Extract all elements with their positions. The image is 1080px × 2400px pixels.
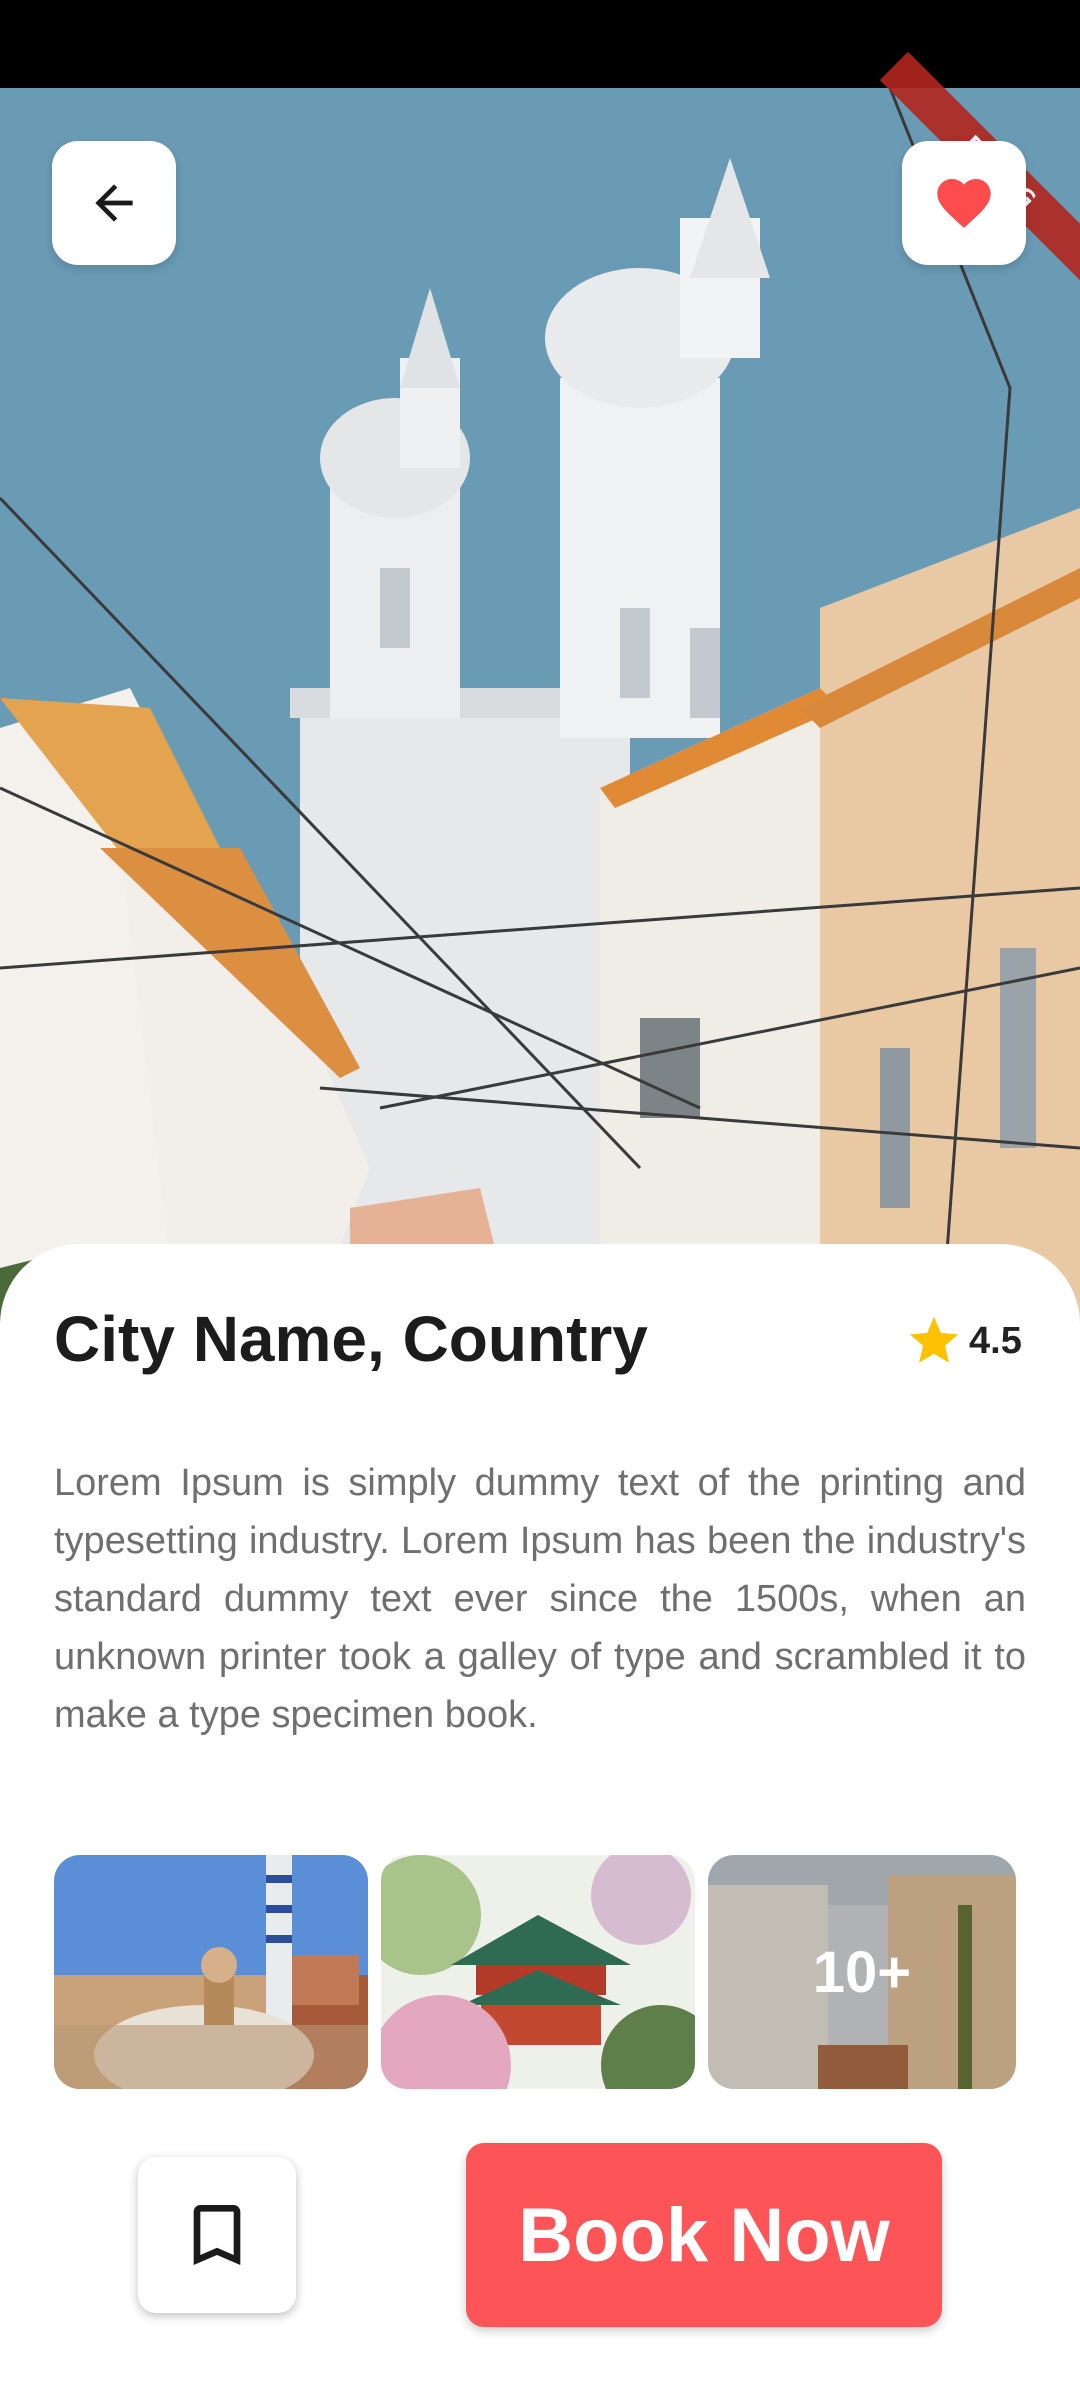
bookmark-icon xyxy=(193,2205,241,2265)
place-title: City Name, Country xyxy=(54,1303,648,1375)
back-button[interactable] xyxy=(52,141,176,265)
debug-banner: DEBUG xyxy=(850,51,1080,293)
star-icon xyxy=(909,1316,959,1363)
photo-gallery: 10+ xyxy=(54,1855,1016,2089)
heart-icon xyxy=(937,179,991,228)
place-description: Lorem Ipsum is simply dummy text of the … xyxy=(54,1462,1026,1736)
gallery-more-photos[interactable]: 10+ xyxy=(708,1855,1016,2089)
book-now-button[interactable]: Book Now xyxy=(466,2143,942,2327)
more-photos-count: 10+ xyxy=(708,1855,1016,2089)
rating-value: 4.5 xyxy=(969,1319,1022,1362)
gallery-photo[interactable] xyxy=(54,1855,368,2089)
hero-image xyxy=(0,88,1080,1348)
favorite-button[interactable] xyxy=(902,141,1026,265)
arrow-left-icon xyxy=(95,184,133,222)
bookmark-button[interactable] xyxy=(138,2157,296,2313)
gallery-photo[interactable] xyxy=(381,1855,695,2089)
rating: 4.5 xyxy=(905,1312,1022,1370)
